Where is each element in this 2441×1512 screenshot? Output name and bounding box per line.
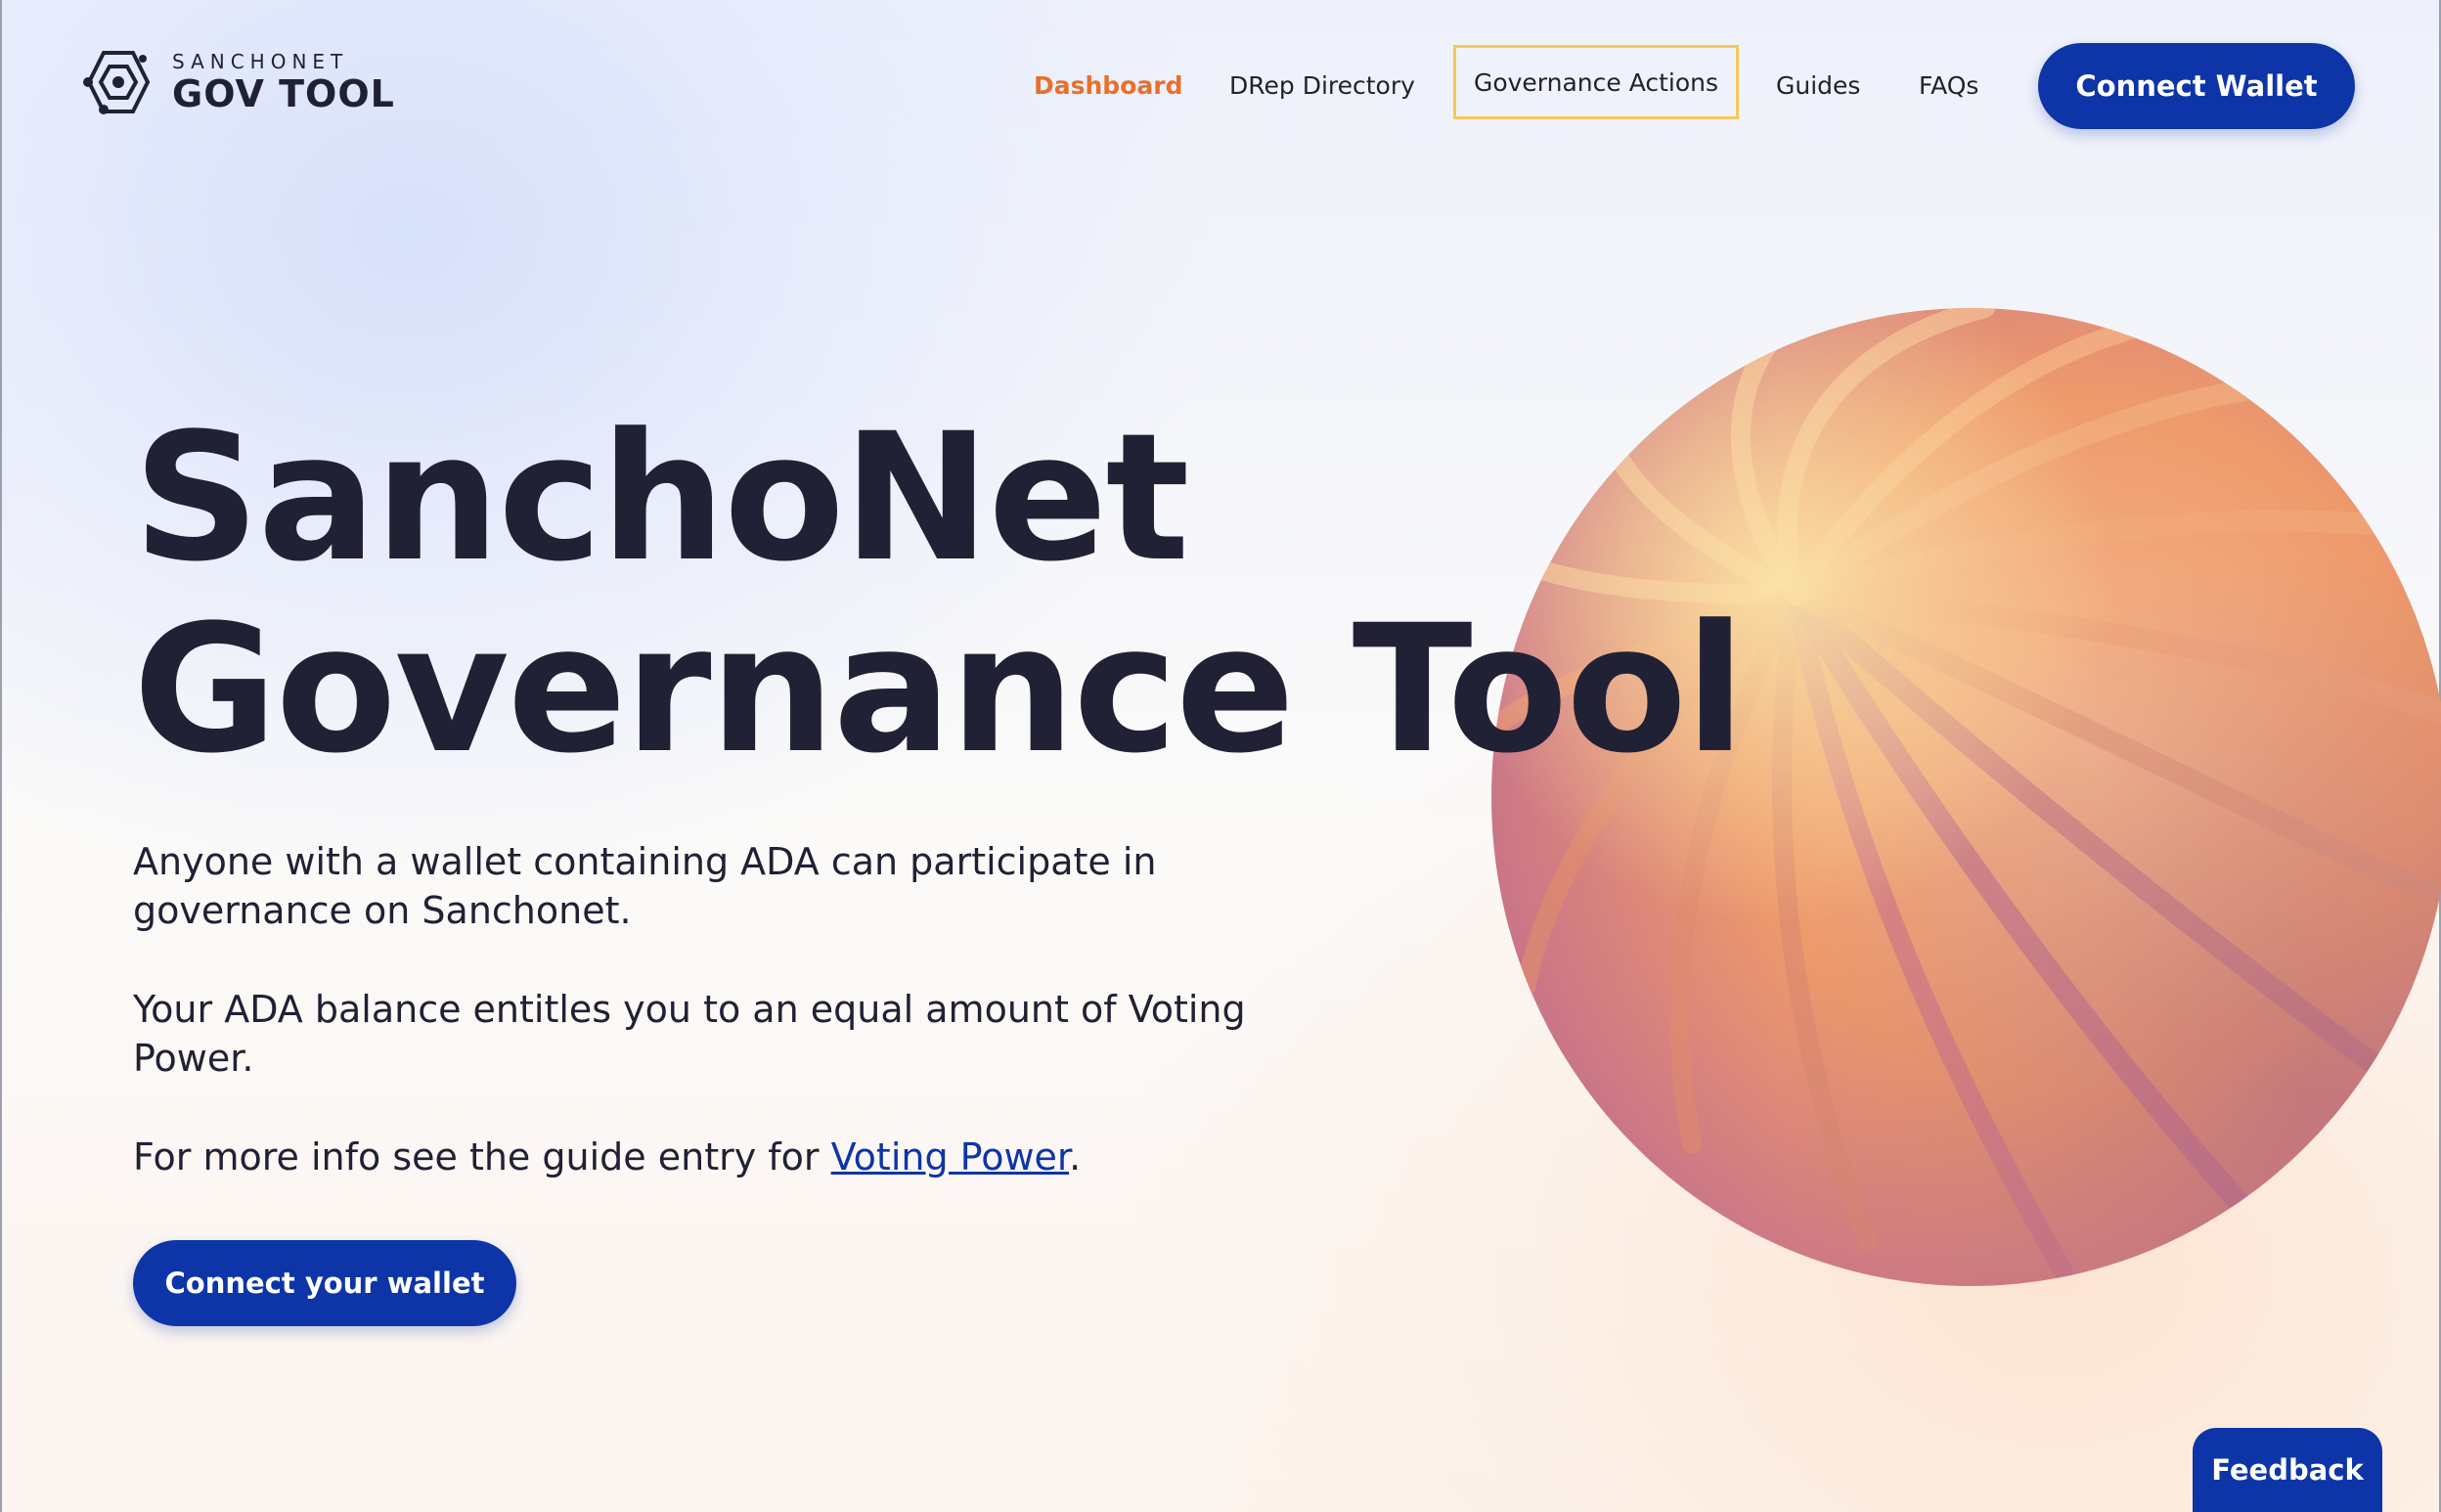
logo-hexagon-icon xyxy=(83,51,151,114)
hero-paragraph-3: For more info see the guide entry for Vo… xyxy=(133,1133,1287,1181)
hero-paragraph-1: Anyone with a wallet containing ADA can … xyxy=(133,840,1157,932)
window-edge-left xyxy=(0,0,2,1512)
connect-your-wallet-button[interactable]: Connect your wallet xyxy=(133,1240,516,1326)
hero-title-line1: SanchoNet xyxy=(133,396,1190,600)
app-logo[interactable]: SANCHONET GOV TOOL xyxy=(82,49,395,115)
nav-faqs[interactable]: FAQs xyxy=(1919,71,1978,100)
connect-wallet-button[interactable]: Connect Wallet xyxy=(2038,43,2355,129)
nav-drep-directory[interactable]: DRep Directory xyxy=(1229,71,1415,100)
voting-power-link[interactable]: Voting Power xyxy=(831,1135,1069,1178)
hero-paragraph-3-prefix: For more info see the guide entry for xyxy=(133,1135,831,1178)
top-header: SANCHONET GOV TOOL Dashboard DRep Direct… xyxy=(0,0,2441,171)
nav-dashboard[interactable]: Dashboard xyxy=(1034,71,1182,100)
feedback-button[interactable]: Feedback xyxy=(2193,1428,2382,1512)
logo-title: GOV TOOL xyxy=(172,72,395,115)
hero-title-line2: Governance Tool xyxy=(133,588,1746,792)
hero-paragraph-2: Your ADA balance entitles you to an equa… xyxy=(133,988,1246,1080)
hero-description: Anyone with a wallet containing ADA can … xyxy=(133,837,1287,1231)
nav-guides[interactable]: Guides xyxy=(1776,71,1860,100)
logo-subtitle: SANCHONET xyxy=(172,50,349,73)
nav-governance-actions[interactable]: Governance Actions xyxy=(1453,45,1739,119)
hero-paragraph-3-suffix: . xyxy=(1069,1135,1082,1178)
hero-title: SanchoNet Governance Tool xyxy=(133,396,1746,792)
